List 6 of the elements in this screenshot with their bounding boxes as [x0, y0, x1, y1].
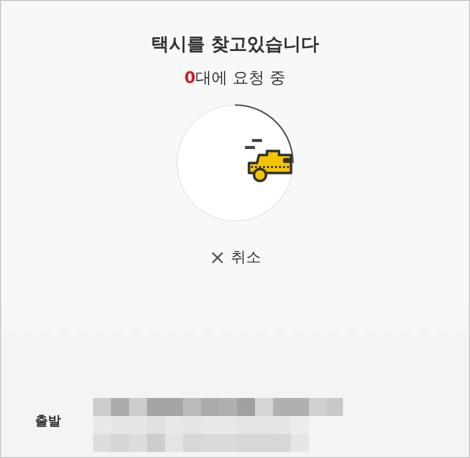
close-icon: × — [209, 247, 226, 267]
request-status: 0대에 요청 중 — [184, 68, 286, 89]
taxi-icon — [245, 139, 292, 182]
route-label: 출발 — [35, 413, 61, 430]
cancel-button[interactable]: × 취소 — [205, 245, 265, 269]
search-title: 택시를 찾고있습니다 — [150, 33, 320, 56]
